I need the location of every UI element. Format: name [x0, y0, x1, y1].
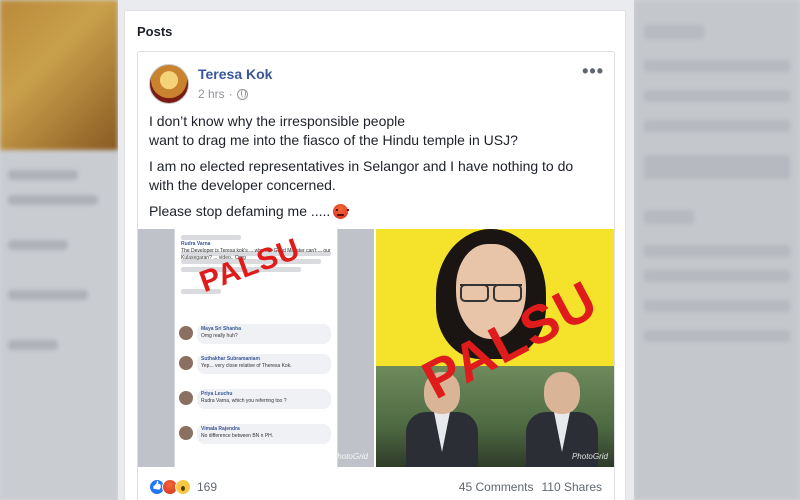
- paragraph-2: I am no elected representatives in Selan…: [149, 157, 599, 195]
- commenter-name: Suthakhar Subramaniam: [201, 356, 260, 362]
- comment: Suthakhar Subramaniam Yep... very close r…: [179, 354, 335, 382]
- text-line: Please stop defaming me .....: [149, 203, 331, 219]
- meta-separator: ·: [228, 87, 233, 101]
- author-name[interactable]: Teresa Kok: [198, 66, 272, 82]
- comment: Vimala Rajendra No difference between BN …: [179, 424, 335, 452]
- text-line: I am no elected representatives in Selan…: [149, 158, 574, 174]
- commenter-avatar: [179, 356, 193, 370]
- comment: Priya Leuchu Rudra Varna, which you refer…: [179, 389, 335, 417]
- more-options-icon[interactable]: •••: [582, 62, 604, 80]
- commenter-name: Priya Leuchu: [201, 391, 233, 397]
- comment-text: Rudra Varna, which you referring too ?: [201, 398, 287, 404]
- screenshot-image[interactable]: Maya Sri Shanha Omg really huh? Suthakhar…: [138, 229, 374, 467]
- angry-emoji-icon: [333, 204, 350, 219]
- cover-photo: [0, 0, 118, 150]
- paragraph-1: I don’t know why the irresponsible peopl…: [149, 112, 599, 150]
- shares-count[interactable]: 110 Shares: [542, 480, 603, 494]
- blurred-right-sidebar: [634, 0, 800, 500]
- wow-icon: [175, 479, 191, 495]
- comment: Maya Sri Shanha Omg really huh?: [179, 324, 335, 352]
- commenter-avatar: [179, 391, 193, 405]
- post-stats: 45 Comments 110 Shares: [459, 480, 602, 494]
- reaction-count: 169: [197, 480, 218, 494]
- post: Teresa Kok 2 hrs · ••• I don’t know why …: [137, 51, 615, 500]
- main-column: Posts Teresa Kok 2 hrs · ••• I don’t kno…: [118, 0, 634, 500]
- comment-text: Yep... very close relative of Theresa Ko…: [201, 363, 292, 369]
- commenter-name: Vimala Rajendra: [201, 426, 240, 432]
- text-line: want to drag me into the fiasco of the H…: [149, 132, 518, 148]
- commenter-avatar: [179, 326, 193, 340]
- post-timestamp[interactable]: 2 hrs: [198, 87, 225, 101]
- paragraph-3: Please stop defaming me .....: [149, 202, 599, 221]
- posts-heading: Posts: [137, 24, 173, 39]
- post-meta: 2 hrs ·: [198, 87, 248, 101]
- comment-text: Omg really huh?: [201, 333, 238, 339]
- reactions-summary[interactable]: 169: [149, 479, 217, 495]
- text-line: I don’t know why the irresponsible peopl…: [149, 113, 406, 129]
- commenter-name: Rudra Varna: [181, 241, 211, 247]
- post-text: I don’t know why the irresponsible peopl…: [149, 112, 599, 221]
- photogrid-watermark: PhotoGrid: [571, 452, 608, 461]
- comment-text: No difference between BN n PH.: [201, 433, 274, 439]
- commenter-name: Maya Sri Shanha: [201, 326, 242, 332]
- text-line: with the developer concerned.: [149, 177, 336, 193]
- portrait-image[interactable]: PALSU PhotoGrid: [376, 229, 614, 467]
- globe-icon[interactable]: [236, 88, 248, 100]
- photogrid-watermark: PhotoGrid: [331, 452, 368, 461]
- author-avatar[interactable]: [149, 64, 189, 104]
- commenter-avatar: [179, 426, 193, 440]
- posts-card: Posts Teresa Kok 2 hrs · ••• I don’t kno…: [124, 10, 626, 500]
- post-footer: 169 45 Comments 110 Shares: [138, 472, 614, 500]
- comments-count[interactable]: 45 Comments: [459, 480, 534, 494]
- blurred-left-sidebar: [0, 0, 118, 500]
